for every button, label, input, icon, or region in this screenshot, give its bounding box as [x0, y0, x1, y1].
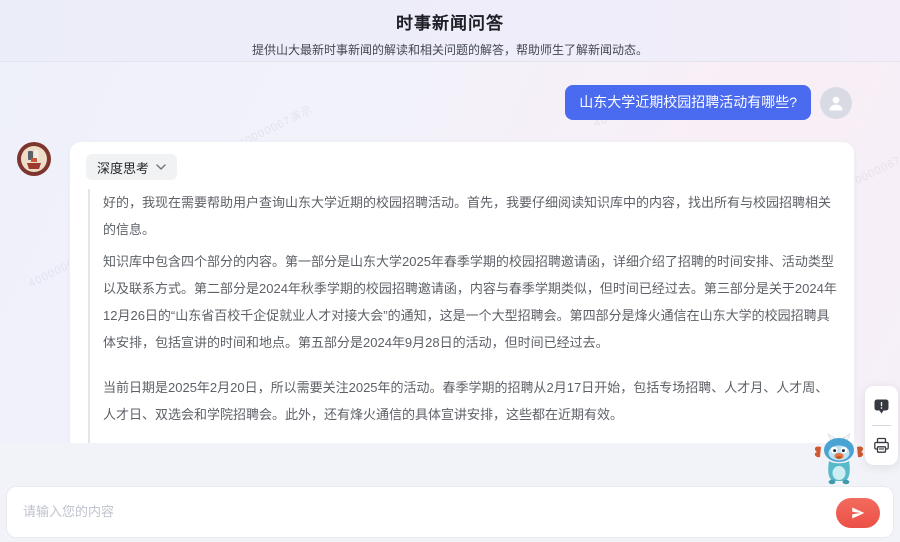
floating-toolbar	[865, 386, 898, 465]
thinking-content: 好的，我现在需要帮助用户查询山东大学近期的校园招聘活动。首先，我要仔细阅读知识库…	[88, 189, 838, 443]
thinking-paragraph: 知识库中包含四个部分的内容。第一部分是山东大学2025年春季学期的校园招聘邀请函…	[103, 248, 838, 356]
feedback-button[interactable]	[865, 393, 898, 419]
print-button[interactable]	[865, 432, 898, 458]
user-message-bubble: 山东大学近期校园招聘活动有哪些?	[565, 85, 811, 120]
assistant-message-row: 深度思考 好的，我现在需要帮助用户查询山东大学近期的校园招聘活动。首先，我要仔细…	[0, 141, 900, 443]
send-icon	[850, 505, 866, 521]
news-qa-app: 时事新闻问答 提供山大最新时事新闻的解读和相关问题的解答，帮助师生了解新闻动态。…	[0, 0, 900, 542]
chevron-down-icon	[156, 164, 166, 170]
thinking-paragraph: 当前日期是2025年2月20日，所以需要关注2025年的活动。春季学期的招聘从2…	[103, 374, 838, 428]
chat-area: 40000067演示 40000067演示 40000067演示 4000006…	[0, 63, 900, 443]
page-subtitle: 提供山大最新时事新闻的解读和相关问题的解答，帮助师生了解新闻动态。	[0, 41, 900, 58]
toolbar-divider	[872, 425, 891, 426]
thinking-paragraph: 好的，我现在需要帮助用户查询山东大学近期的校园招聘活动。首先，我要仔细阅读知识库…	[103, 189, 838, 243]
composer	[6, 486, 894, 538]
composer-bar	[0, 443, 900, 542]
mascot	[811, 433, 867, 485]
message-input[interactable]	[7, 487, 815, 537]
assistant-message-card: 深度思考 好的，我现在需要帮助用户查询山东大学近期的校园招聘活动。首先，我要仔细…	[69, 141, 855, 443]
university-emblem-icon	[16, 141, 52, 177]
deep-thinking-toggle[interactable]: 深度思考	[86, 154, 177, 180]
printer-icon	[873, 437, 890, 454]
page-title: 时事新闻问答	[0, 9, 900, 34]
user-avatar	[820, 87, 852, 119]
deep-thinking-label: 深度思考	[97, 158, 149, 177]
header: 时事新闻问答 提供山大最新时事新闻的解读和相关问题的解答，帮助师生了解新闻动态。	[0, 0, 900, 62]
user-message-row: 山东大学近期校园招聘活动有哪些?	[0, 85, 900, 120]
send-button[interactable]	[836, 498, 880, 528]
person-icon	[826, 93, 846, 113]
feedback-icon	[873, 398, 890, 415]
assistant-avatar	[16, 141, 52, 177]
